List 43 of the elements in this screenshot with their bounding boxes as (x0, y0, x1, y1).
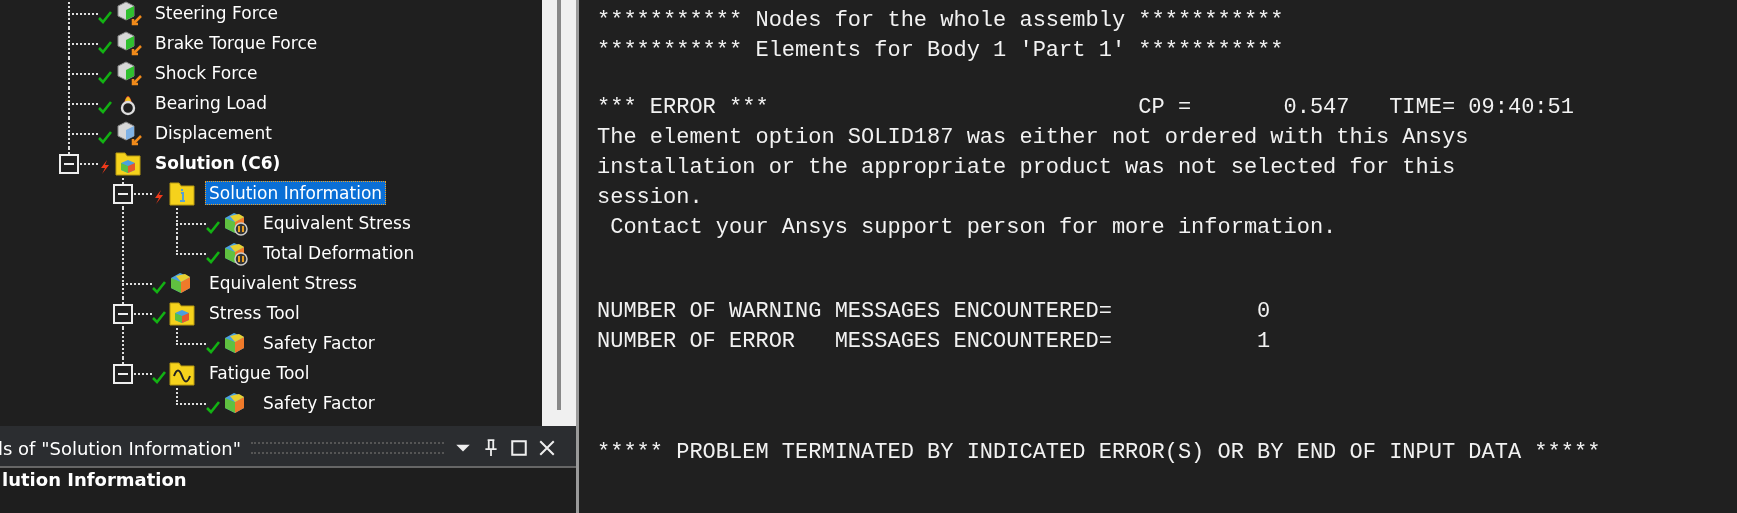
tree-item[interactable]: Steering Force (151, 1, 283, 25)
collapse-toggle[interactable] (113, 184, 133, 204)
details-heading: lution Information (2, 468, 187, 492)
output-line: session. (597, 184, 704, 212)
collapse-toggle[interactable] (113, 304, 133, 324)
tree-item[interactable]: Equivalent Stress (259, 211, 415, 235)
info-folder-icon (168, 179, 196, 207)
output-line: NUMBER OF ERROR MESSAGES ENCOUNTERED= 1 (597, 328, 1272, 356)
output-line: The element option SOLID187 was either not ordered with this Ansys (597, 124, 1470, 152)
tree-item[interactable]: Bearing Load (151, 91, 271, 115)
output-line: *** ERROR *** CP = 0.547 TIME= 09:40:51 (597, 94, 1575, 122)
tree-item[interactable]: Safety Factor (259, 331, 379, 355)
scrollbar[interactable] (542, 0, 576, 426)
tree-item[interactable]: Equivalent Stress (205, 271, 361, 295)
output-line: installation or the appropriate product was not selected for this (597, 154, 1457, 182)
cube-arrow-icon (114, 59, 142, 87)
collapse-toggle[interactable] (59, 154, 79, 174)
tree-item[interactable]: Total Deformation (259, 241, 419, 265)
folder-icon (168, 299, 196, 327)
output-line: NUMBER OF WARNING MESSAGES ENCOUNTERED= 0 (597, 298, 1272, 326)
maximize-icon[interactable] (510, 439, 528, 457)
tree-item[interactable]: Solution (C6) (151, 151, 285, 175)
tree-item[interactable]: Solution Information (205, 181, 387, 205)
output-line: Contact your Ansys support person for more information. (609, 214, 1338, 242)
panel-title: ls of "Solution Information" (0, 437, 241, 459)
output-line: *********** Nodes for the whole assembly *********** (597, 7, 1285, 35)
cube-arrow-icon (114, 0, 142, 27)
cube-arrow-icon (114, 29, 142, 57)
grip-handle[interactable] (251, 442, 444, 454)
wave-folder-icon (168, 359, 196, 387)
tree-item[interactable]: Fatigue Tool (205, 361, 314, 385)
output-line: ***** PROBLEM TERMINATED BY INDICATED ERROR(S) OR BY END OF INPUT DATA ***** (597, 439, 1602, 467)
cube-arrow-icon (114, 119, 142, 147)
tree-item[interactable]: Brake Torque Force (151, 31, 322, 55)
collapse-toggle[interactable] (113, 364, 133, 384)
tree-item[interactable]: Safety Factor (259, 391, 379, 415)
close-icon[interactable] (538, 439, 556, 457)
folder-icon (114, 149, 142, 177)
tree-item[interactable]: Displacement (151, 121, 276, 145)
output-line: *********** Elements for Body 1 'Part 1' *********** (597, 37, 1285, 65)
pin-icon[interactable] (482, 439, 500, 457)
tree-item[interactable]: Stress Tool (205, 301, 304, 325)
tree-item[interactable]: Shock Force (151, 61, 262, 85)
